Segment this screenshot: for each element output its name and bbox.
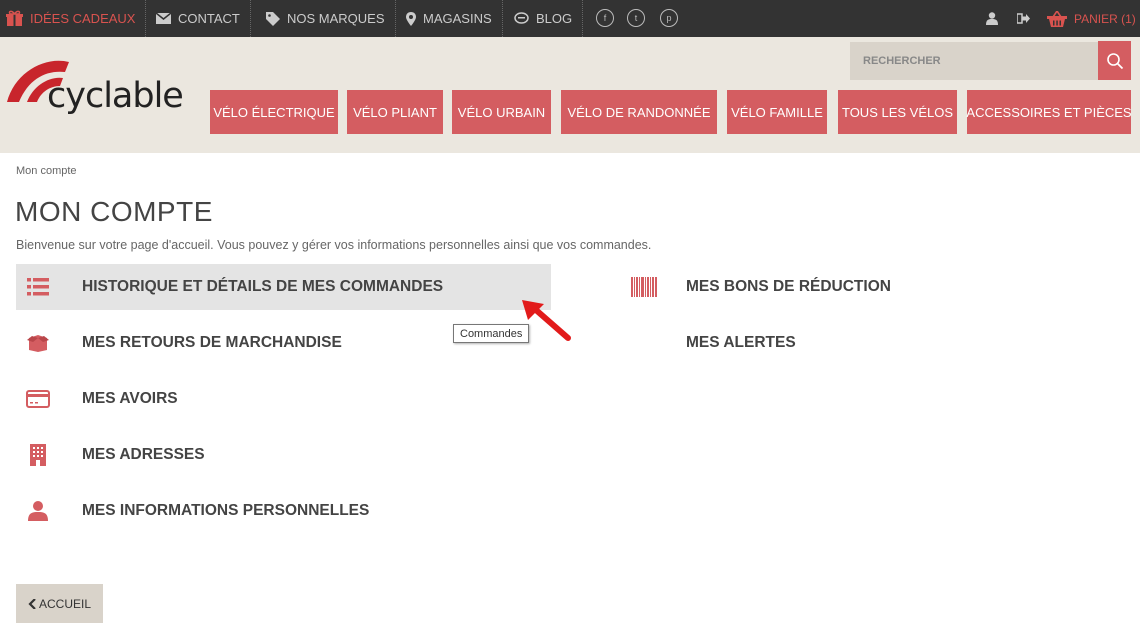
cart-link[interactable]: PANIER (1) [1047,0,1136,37]
credit-slips-link[interactable]: MES AVOIRS [16,376,551,422]
vouchers-link[interactable]: MES BONS DE RÉDUCTION [620,264,1120,310]
search-input[interactable] [850,42,1098,80]
addresses-link[interactable]: MES ADRESSES [16,432,551,478]
twitter-label: t [634,13,638,23]
envelope-icon [156,13,171,24]
contact-link[interactable]: CONTACT [146,0,251,37]
orders-history-label: HISTORIQUE ET DÉTAILS DE MES COMMANDES [82,278,444,295]
personal-info-label: MES INFORMATIONS PERSONNELLES [82,502,370,519]
top-bar: IDÉES CADEAUX CONTACT NOS MARQUES MAGASI… [0,0,1140,37]
page-title: MON COMPTE [15,196,213,227]
credit-slips-label: MES AVOIRS [82,390,178,407]
vouchers-label: MES BONS DE RÉDUCTION [686,278,891,295]
cart-label: PANIER (1) [1074,11,1136,26]
logout-icon[interactable] [1017,0,1030,37]
building-icon [24,444,52,466]
list-icon [24,276,52,298]
sign-out-icon [1017,13,1030,24]
cyclable-logo[interactable]: cyclable [5,58,195,128]
box-icon [24,332,52,354]
stores-link[interactable]: MAGASINS [396,0,503,37]
tooltip: Commandes [453,324,530,343]
nav-velo-pliant[interactable]: VÉLO PLIANT [347,90,443,134]
alerts-link[interactable]: MES ALERTES [620,320,1120,366]
home-back-button[interactable]: ACCUEIL [16,584,103,623]
gift-ideas-label: IDÉES CADEAUX [30,11,136,26]
user-icon [986,12,998,25]
nav-velo-urbain[interactable]: VÉLO URBAIN [452,90,551,134]
tag-icon [266,11,280,26]
pinterest-label: p [666,13,672,23]
nav-tous-les-velos[interactable]: TOUS LES VÉLOS [838,90,957,134]
nav-velo-randonnee[interactable]: VÉLO DE RANDONNÉE [561,90,717,134]
nav-velo-famille[interactable]: VÉLO FAMILLE [727,90,827,134]
account-icon[interactable] [986,0,998,37]
search-button[interactable] [1098,41,1131,80]
personal-info-link[interactable]: MES INFORMATIONS PERSONNELLES [16,488,551,534]
merchandise-returns-label: MES RETOURS DE MARCHANDISE [82,334,342,351]
search-icon [1106,52,1123,69]
map-marker-icon [406,11,416,26]
brands-link[interactable]: NOS MARQUES [256,0,396,37]
facebook-label: f [603,13,607,23]
orders-history-link[interactable]: HISTORIQUE ET DÉTAILS DE MES COMMANDES [16,264,551,310]
alerts-label: MES ALERTES [686,334,796,351]
twitter-icon[interactable]: t [627,9,645,27]
home-back-label: ACCUEIL [38,596,91,611]
user-icon [24,500,52,522]
chat-bubble-icon [514,12,529,24]
basket-icon [1047,10,1067,27]
stores-label: MAGASINS [423,11,492,26]
contact-label: CONTACT [178,11,240,26]
chevron-left-icon [28,598,36,609]
brands-label: NOS MARQUES [287,11,385,26]
logo-text: cyclable [47,76,184,116]
intro-text: Bienvenue sur votre page d'accueil. Vous… [16,238,652,252]
blog-label: BLOG [536,11,573,26]
barcode-icon [630,276,658,298]
credit-card-icon [24,388,52,410]
addresses-label: MES ADRESSES [82,446,205,463]
gift-ideas-link[interactable]: IDÉES CADEAUX [0,0,147,37]
nav-accessoires-pieces[interactable]: ACCESSOIRES ET PIÈCES [966,90,1132,134]
pinterest-icon[interactable]: p [660,9,678,27]
breadcrumb: Mon compte [16,165,77,177]
nav-velo-electrique[interactable]: VÉLO ÉLECTRIQUE [210,90,338,134]
facebook-icon[interactable]: f [596,9,614,27]
gift-icon [6,10,23,26]
blog-link[interactable]: BLOG [504,0,584,37]
